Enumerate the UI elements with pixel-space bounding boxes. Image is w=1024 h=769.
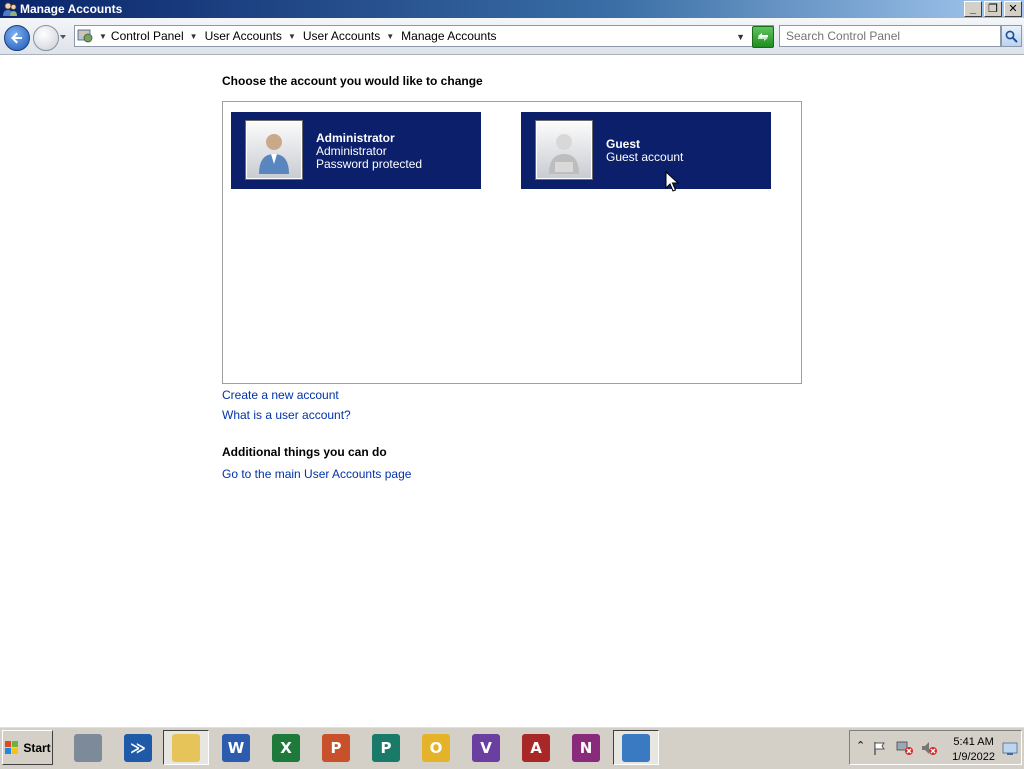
- breadcrumb-user-accounts-sub[interactable]: User Accounts: [303, 29, 380, 43]
- admin-user-icon: [259, 134, 289, 174]
- taskbar-app-access[interactable]: A: [513, 730, 559, 765]
- taskbar-app-powershell[interactable]: ≫: [115, 730, 161, 765]
- taskbar-app-outlook[interactable]: O: [413, 730, 459, 765]
- clock-time: 5:41 AM: [953, 736, 994, 748]
- action-center-flag-icon[interactable]: [872, 740, 888, 756]
- chevron-down-icon[interactable]: ▼: [190, 32, 198, 41]
- powerpoint-icon: P: [322, 733, 350, 762]
- powershell-icon: ≫: [124, 733, 152, 762]
- address-field[interactable]: ▼ Control Panel ▼ User Accounts ▼ User A…: [74, 25, 774, 47]
- show-desktop-icon[interactable]: [1002, 742, 1018, 756]
- taskbar-app-visio[interactable]: V: [463, 730, 509, 765]
- taskbar-app-publisher[interactable]: P: [363, 730, 409, 765]
- user-accounts-icon: [3, 2, 17, 16]
- start-button[interactable]: Start: [2, 730, 53, 765]
- minimize-button[interactable]: _: [964, 1, 982, 17]
- forward-button[interactable]: [33, 25, 59, 51]
- taskbar-app-word[interactable]: W: [213, 730, 259, 765]
- taskbar-app-server-manager[interactable]: [65, 730, 111, 765]
- chevron-down-icon[interactable]: ▼: [386, 32, 394, 41]
- account-picture: [536, 121, 592, 179]
- taskbar-app-onenote[interactable]: N: [563, 730, 609, 765]
- clock[interactable]: 5:41 AM 1/9/2022: [952, 735, 995, 765]
- create-account-link[interactable]: Create a new account: [222, 388, 339, 402]
- start-label: Start: [23, 740, 51, 755]
- page-heading: Choose the account you would like to cha…: [222, 74, 483, 88]
- window-title: Manage Accounts: [20, 2, 123, 16]
- account-status: Password protected: [316, 157, 423, 171]
- control-panel-icon: [622, 733, 650, 762]
- taskbar-app-control-panel[interactable]: [613, 730, 659, 765]
- breadcrumb-control-panel[interactable]: Control Panel: [111, 29, 184, 43]
- onenote-icon: N: [572, 733, 600, 762]
- title-bar: Manage Accounts _ ❐ ✕: [0, 0, 1024, 18]
- excel-icon: X: [272, 733, 300, 762]
- windows-logo-icon: [5, 740, 19, 754]
- visio-icon: V: [472, 733, 500, 762]
- back-arrow-icon: [11, 32, 22, 44]
- access-icon: A: [522, 733, 550, 762]
- taskbar-app-file-explorer[interactable]: [163, 730, 209, 765]
- search-icon: [1005, 30, 1018, 43]
- system-tray: ⌃ 5:41 AM 1/9/2022: [849, 730, 1022, 765]
- taskbar-app-powerpoint[interactable]: P: [313, 730, 359, 765]
- show-hidden-icons-icon[interactable]: ⌃: [856, 739, 865, 752]
- refresh-icon: [758, 33, 768, 41]
- clock-date: 1/9/2022: [952, 751, 995, 763]
- search-input[interactable]: [779, 25, 1001, 47]
- back-button[interactable]: [4, 25, 30, 51]
- what-is-user-account-link[interactable]: What is a user account?: [222, 408, 351, 422]
- taskbar: Start ≫ W X P P O V A N ⌃ 5:41 AM 1/9/2022: [0, 726, 1024, 769]
- account-picture: [246, 121, 302, 179]
- search-button[interactable]: [1001, 25, 1022, 47]
- address-bar: ▼ Control Panel ▼ User Accounts ▼ User A…: [0, 18, 1024, 55]
- breadcrumb-user-accounts[interactable]: User Accounts: [205, 29, 282, 43]
- account-tile-administrator[interactable]: Administrator Administrator Password pro…: [231, 112, 481, 189]
- word-icon: W: [222, 733, 250, 762]
- guest-user-icon: [549, 134, 579, 174]
- account-type: Guest account: [606, 150, 684, 164]
- close-button[interactable]: ✕: [1004, 1, 1022, 17]
- chevron-down-icon[interactable]: ▼: [288, 32, 296, 41]
- mouse-cursor-icon: [665, 171, 679, 192]
- address-history-dropdown-icon[interactable]: ▼: [736, 32, 745, 42]
- restore-button[interactable]: ❐: [984, 1, 1002, 17]
- outlook-icon: O: [422, 733, 450, 762]
- control-panel-icon: [77, 29, 93, 43]
- account-tile-guest[interactable]: Guest Guest account: [521, 112, 771, 189]
- network-error-icon[interactable]: [896, 740, 914, 756]
- additional-heading: Additional things you can do: [222, 445, 387, 459]
- breadcrumb-manage-accounts[interactable]: Manage Accounts: [401, 29, 496, 43]
- server-manager-icon: [74, 733, 102, 762]
- refresh-button[interactable]: [752, 26, 774, 48]
- taskbar-app-excel[interactable]: X: [263, 730, 309, 765]
- publisher-icon: P: [372, 733, 400, 762]
- file-explorer-icon: [172, 733, 200, 762]
- recent-pages-dropdown-icon[interactable]: [58, 32, 68, 42]
- accounts-list: Administrator Administrator Password pro…: [222, 101, 802, 384]
- chevron-down-icon[interactable]: ▼: [99, 32, 107, 41]
- volume-muted-icon[interactable]: [920, 740, 938, 756]
- main-user-accounts-link[interactable]: Go to the main User Accounts page: [222, 467, 411, 481]
